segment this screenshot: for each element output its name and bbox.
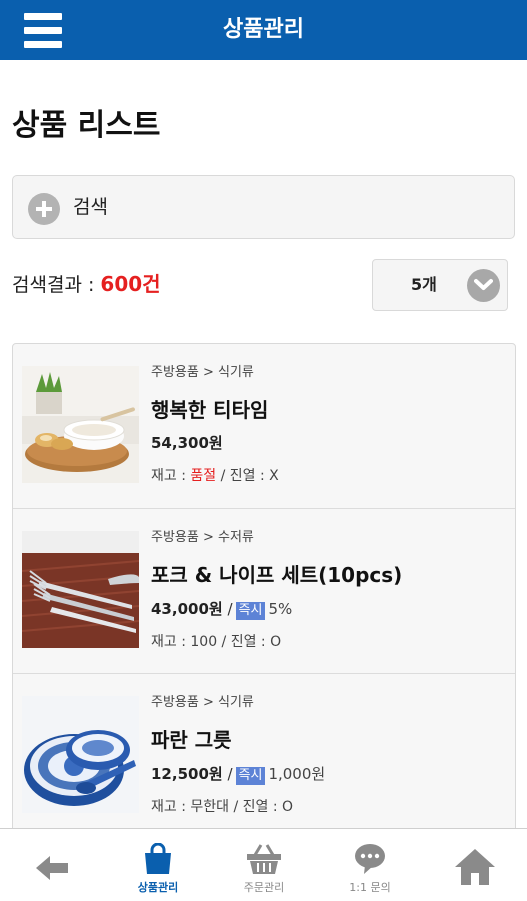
product-name: 행복한 티타임 <box>151 398 269 422</box>
product-stock-line: 재고 : 품절 / 진열 : X <box>151 465 279 485</box>
instant-badge: 즉시 <box>235 602 266 620</box>
price-separator: / <box>222 600 233 618</box>
discount-value: 1,000원 <box>268 765 326 783</box>
home-icon <box>455 849 495 885</box>
nav-back[interactable] <box>0 829 105 901</box>
back-arrow-icon <box>36 856 68 880</box>
nav-product-management[interactable]: 상품관리 <box>105 829 211 901</box>
bottom-nav: 상품관리 주문관리 1:1 문의 <box>0 828 527 900</box>
page-title: 상품 리스트 <box>12 108 161 143</box>
product-price: 54,300원 <box>151 434 223 452</box>
per-page-value: 5개 <box>411 275 437 294</box>
product-stock-line: 재고 : 무한대 / 진열 : O <box>151 799 294 815</box>
result-prefix: 검색결과 : <box>12 274 101 296</box>
header-title: 상품관리 <box>223 17 304 42</box>
search-label: 검색 <box>73 196 108 218</box>
product-price-line: 54,300원 <box>151 432 223 453</box>
product-name: 포크 & 나이프 세트(10pcs) <box>151 563 403 587</box>
product-category: 주방용품 > 수저류 <box>151 530 254 545</box>
product-price-line: 43,000원 / 즉시 5% <box>151 598 292 620</box>
search-toggle-button[interactable]: 검색 <box>12 175 515 239</box>
nav-inquiry[interactable]: 1:1 문의 <box>317 829 423 901</box>
chat-bubble-icon <box>355 844 385 874</box>
price-separator: / <box>222 765 233 783</box>
nav-label: 상품관리 <box>137 881 179 894</box>
display-status: / 진열 : X <box>216 468 279 484</box>
per-page-select[interactable]: 5개 <box>372 259 508 311</box>
product-name: 파란 그릇 <box>151 728 232 752</box>
product-item[interactable]: 주방용품 > 식기류 행복한 티타임 54,300원 재고 : 품절 / 진열 … <box>13 344 515 509</box>
product-category: 주방용품 > 식기류 <box>151 695 254 710</box>
nav-label: 1:1 문의 <box>349 881 391 894</box>
product-stock-line: 재고 : 100 / 진열 : O <box>151 634 282 650</box>
product-image-blue-bowl <box>22 696 139 813</box>
nav-label: 주문관리 <box>243 881 285 894</box>
chevron-down-icon <box>467 269 500 302</box>
shopping-bag-icon <box>145 843 171 874</box>
basket-icon <box>247 844 281 874</box>
product-image-fork-knife <box>22 531 139 648</box>
result-count: 600건 <box>100 272 161 296</box>
product-price: 12,500원 <box>151 765 223 783</box>
nav-home[interactable] <box>423 829 527 901</box>
product-list: 주방용품 > 식기류 행복한 티타임 54,300원 재고 : 품절 / 진열 … <box>12 343 516 833</box>
app-header: 상품관리 <box>0 0 527 60</box>
product-price-line: 12,500원 / 즉시 1,000원 <box>151 763 325 785</box>
product-category: 주방용품 > 식기류 <box>151 365 254 380</box>
product-image-teatime <box>22 366 139 483</box>
plus-circle-icon <box>28 193 60 225</box>
product-item[interactable]: 주방용품 > 식기류 파란 그릇 12,500원 / 즉시 1,000원 재고 : … <box>13 674 515 832</box>
stock-status: 품절 <box>190 468 217 484</box>
stock-prefix: 재고 : <box>151 468 191 484</box>
discount-value: 5% <box>268 600 293 618</box>
product-item[interactable]: 주방용품 > 수저류 포크 & 나이프 세트(10pcs) 43,000원 / 즉… <box>13 509 515 674</box>
instant-badge: 즉시 <box>235 767 266 785</box>
result-summary: 검색결과 : 600건 <box>12 266 161 302</box>
nav-order-management[interactable]: 주문관리 <box>211 829 317 901</box>
product-price: 43,000원 <box>151 600 223 618</box>
